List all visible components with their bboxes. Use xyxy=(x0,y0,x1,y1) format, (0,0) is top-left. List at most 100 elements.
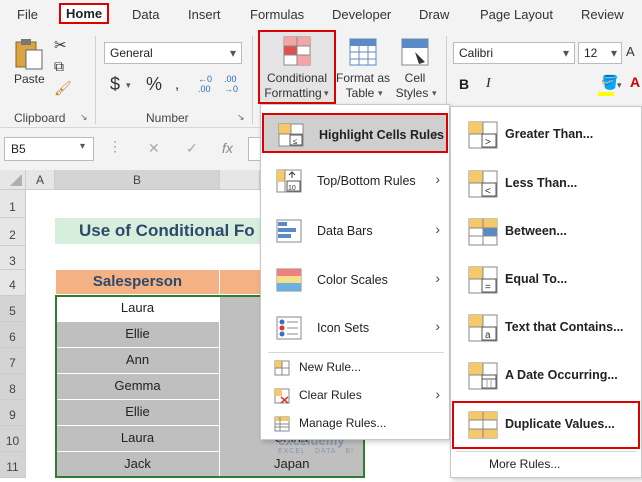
insert-function-icon[interactable]: fx xyxy=(222,140,233,156)
column-header-b[interactable]: B xyxy=(55,170,220,190)
italic-button[interactable]: I xyxy=(486,76,491,92)
between-icon xyxy=(468,218,498,246)
submenu-item-less-than[interactable]: < Less Than... xyxy=(452,160,640,208)
submenu-item-label: Text that Contains... xyxy=(505,320,624,334)
select-all-corner[interactable] xyxy=(0,170,26,190)
row-header[interactable]: 10 xyxy=(0,426,26,452)
formula-input[interactable] xyxy=(248,137,260,161)
tab-insert[interactable]: Insert xyxy=(188,7,221,22)
submenu-item-date-occurring[interactable]: A Date Occurring... xyxy=(452,352,640,400)
submenu-item-equal-to[interactable]: = Equal To... xyxy=(452,256,640,304)
clipboard-launcher-icon[interactable]: ↘ xyxy=(80,112,88,123)
cancel-icon[interactable]: ✕ xyxy=(148,140,160,157)
cut-icon[interactable]: ✂ xyxy=(54,36,67,54)
column-header-c[interactable] xyxy=(220,170,260,190)
header-cell-c[interactable] xyxy=(220,270,260,294)
increase-decimal-icon[interactable]: ←0.00 xyxy=(198,74,212,94)
tab-page-layout[interactable]: Page Layout xyxy=(480,7,553,22)
tab-home[interactable]: Home xyxy=(59,3,110,24)
menu-item-top-bottom-rules[interactable]: 10 Top/Bottom Rules › xyxy=(262,161,448,201)
chevron-down-icon[interactable]: ▾ xyxy=(378,88,383,99)
submenu-item-text-contains[interactable]: a Text that Contains... xyxy=(452,304,640,352)
menu-item-label: Highlight Cells Rules xyxy=(319,128,445,142)
group-separator xyxy=(95,36,96,124)
increase-font-icon[interactable]: A xyxy=(626,44,635,59)
row-header[interactable]: 7 xyxy=(0,348,26,374)
chevron-down-icon[interactable]: ▾ xyxy=(80,141,85,152)
row-header[interactable]: 8 xyxy=(0,374,26,400)
header-cell-salesperson[interactable]: Salesperson xyxy=(56,270,219,294)
number-format-value: General xyxy=(110,46,153,60)
format-as-table-label-1[interactable]: Format as xyxy=(336,71,390,86)
font-size-select[interactable]: 12 ▾ xyxy=(578,42,622,64)
menu-item-highlight-cells-rules[interactable]: ≤ Highlight Cells Rules › xyxy=(262,113,448,153)
tab-formulas[interactable]: Formulas xyxy=(250,7,304,22)
column-header-a[interactable]: A xyxy=(26,170,55,190)
row-header[interactable]: 2 xyxy=(0,218,26,246)
svg-text:<: < xyxy=(485,186,491,197)
cell-styles-icon[interactable] xyxy=(401,38,429,66)
number-launcher-icon[interactable]: ↘ xyxy=(237,112,245,123)
cell-styles-label-1[interactable]: Cell xyxy=(398,71,432,86)
tab-review[interactable]: Review xyxy=(581,7,624,22)
menu-item-icon-sets[interactable]: Icon Sets › xyxy=(262,308,448,348)
submenu-item-more-rules[interactable]: More Rules... xyxy=(489,457,560,471)
submenu-item-between[interactable]: Between... xyxy=(452,208,640,256)
chevron-right-icon: › xyxy=(435,270,440,286)
submenu-item-greater-than[interactable]: > Greater Than... xyxy=(452,111,640,159)
menu-item-data-bars[interactable]: Data Bars › xyxy=(262,211,448,251)
row-header[interactable]: 4 xyxy=(0,270,26,296)
row-header[interactable]: 6 xyxy=(0,322,26,348)
comma-style-icon[interactable]: , xyxy=(175,76,179,93)
chevron-down-icon[interactable]: ▾ xyxy=(617,80,622,91)
chevron-down-icon: ▾ xyxy=(562,46,569,60)
format-as-table-label-2[interactable]: Table xyxy=(340,86,380,101)
svg-text:a: a xyxy=(485,330,491,341)
group-separator xyxy=(446,36,447,106)
tab-data[interactable]: Data xyxy=(132,7,159,22)
paste-label[interactable]: Paste xyxy=(14,72,45,87)
top-bottom-icon: 10 xyxy=(276,169,302,193)
chevron-right-icon: › xyxy=(435,318,440,334)
font-color-icon[interactable]: A xyxy=(630,74,640,90)
number-format-select[interactable]: General ▾ xyxy=(104,42,242,64)
svg-text:10: 10 xyxy=(288,185,296,192)
cell-styles-label-2[interactable]: Styles xyxy=(392,86,432,101)
tab-draw[interactable]: Draw xyxy=(419,7,449,22)
menu-item-manage-rules[interactable]: Manage Rules... xyxy=(262,410,448,438)
submenu-item-label: Equal To... xyxy=(505,272,568,286)
conditional-formatting-label-1: Conditional xyxy=(266,71,328,85)
menu-item-new-rule[interactable]: New Rule... xyxy=(262,354,448,382)
paste-icon[interactable] xyxy=(14,38,44,70)
tab-developer[interactable]: Developer xyxy=(332,7,391,22)
copy-icon[interactable]: ⧉ xyxy=(54,58,64,75)
menu-item-color-scales[interactable]: Color Scales › xyxy=(262,260,448,300)
fill-color-swatch xyxy=(598,92,614,96)
chevron-down-icon[interactable]: ▾ xyxy=(126,80,131,91)
decrease-decimal-icon[interactable]: .00 →0 xyxy=(224,74,238,94)
fill-color-icon[interactable]: 🪣 xyxy=(601,74,618,91)
bold-button[interactable]: B xyxy=(459,76,469,92)
data-bars-icon xyxy=(276,219,302,243)
chevron-down-icon[interactable]: ▾ xyxy=(432,88,437,99)
chevron-right-icon: › xyxy=(435,386,440,402)
title-cell[interactable]: Use of Conditional Fo xyxy=(55,218,260,244)
tab-file[interactable]: File xyxy=(17,7,38,22)
currency-icon[interactable]: $ xyxy=(110,74,120,95)
menu-item-label: Clear Rules xyxy=(299,388,362,402)
format-as-table-icon[interactable] xyxy=(349,38,377,66)
svg-text:>: > xyxy=(485,137,491,148)
menu-item-clear-rules[interactable]: Clear Rules › xyxy=(262,382,448,410)
row-header[interactable]: 3 xyxy=(0,246,26,270)
percent-icon[interactable]: % xyxy=(146,74,162,95)
row-header[interactable]: 1 xyxy=(0,190,26,218)
row-header[interactable]: 11 xyxy=(0,452,26,478)
font-name-select[interactable]: Calibri ▾ xyxy=(453,42,575,64)
row-header[interactable]: 9 xyxy=(0,400,26,426)
enter-icon[interactable]: ✓ xyxy=(186,140,198,157)
title-text: Use of Conditional Fo xyxy=(79,221,255,240)
chevron-down-icon: ▾ xyxy=(229,46,236,60)
row-header[interactable]: 5 xyxy=(0,296,26,322)
format-painter-icon[interactable]: 🖌 xyxy=(54,80,72,97)
submenu-item-duplicate-values[interactable]: Duplicate Values... xyxy=(452,401,640,449)
